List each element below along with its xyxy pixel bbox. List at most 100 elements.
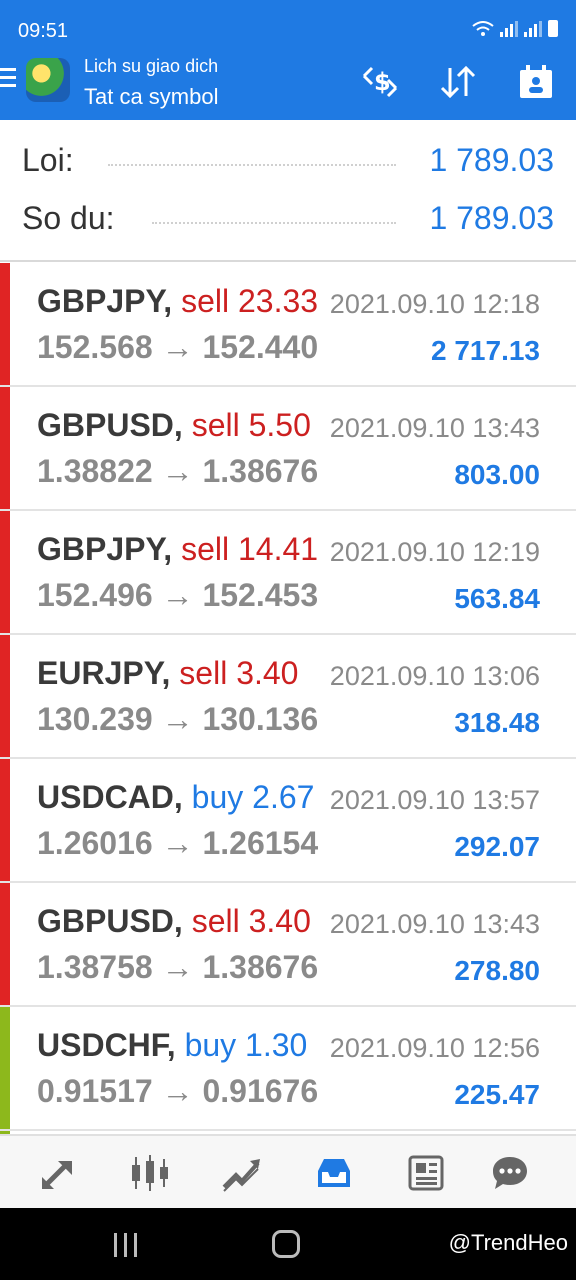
trade-symbol: EURJPY, bbox=[37, 655, 171, 691]
trade-symbol: GBPUSD, bbox=[37, 903, 183, 939]
trade-profit: 225.47 bbox=[454, 1079, 540, 1110]
arrow-icon: → bbox=[161, 1073, 194, 1109]
arrow-icon: → bbox=[161, 453, 194, 489]
signal-icon bbox=[500, 20, 518, 37]
wifi-icon bbox=[472, 20, 494, 36]
arrow-icon: → bbox=[161, 577, 194, 613]
open-price: 0.91517 bbox=[37, 1073, 153, 1109]
recent-apps-button[interactable] bbox=[112, 1233, 140, 1257]
status-icons bbox=[472, 20, 558, 37]
trade-profit: 292.07 bbox=[454, 831, 540, 862]
arrow-icon: → bbox=[161, 701, 194, 737]
app-logo bbox=[26, 58, 70, 102]
open-price: 130.239 bbox=[37, 701, 153, 737]
trade-row[interactable]: USDCHF, buy 1.30 2021.09.10 12:56 0.91517 … bbox=[0, 1007, 576, 1131]
battery-icon bbox=[548, 20, 558, 37]
result-stripe bbox=[0, 883, 10, 1005]
trade-prices: 152.496 → 152.453 bbox=[37, 577, 318, 614]
balance-label: So du: bbox=[22, 200, 115, 236]
trade-volume: 3.40 bbox=[236, 655, 299, 691]
trade-volume: 1.30 bbox=[245, 1027, 308, 1063]
trade-row[interactable]: USDCAD, buy 2.67 2021.09.10 13:57 1.26016 … bbox=[0, 759, 576, 883]
trade-icon[interactable] bbox=[218, 1150, 266, 1196]
close-price: 1.38676 bbox=[202, 453, 319, 489]
trade-row[interactable]: GBPJPY, sell 23.33 2021.09.10 12:18 152.56… bbox=[0, 263, 576, 387]
trade-side: buy bbox=[184, 1027, 237, 1063]
trade-time: 2021.09.10 13:43 bbox=[329, 909, 540, 939]
trade-title: USDCHF, buy 1.30 bbox=[37, 1027, 307, 1064]
close-price: 130.136 bbox=[202, 701, 319, 737]
trade-volume: 23.33 bbox=[237, 283, 319, 319]
arrow-icon: → bbox=[161, 329, 194, 365]
trade-symbol: USDCAD, bbox=[37, 779, 183, 815]
trade-time: 2021.09.10 12:19 bbox=[329, 537, 540, 567]
chart-candles-icon[interactable] bbox=[126, 1150, 174, 1196]
dot-leader bbox=[152, 222, 396, 224]
status-time: 09:51 bbox=[18, 20, 69, 42]
trade-prices: 1.38822 → 1.38676 bbox=[37, 453, 318, 490]
trade-prices: 152.568 → 152.440 bbox=[37, 329, 318, 366]
trade-side: sell bbox=[181, 283, 230, 319]
open-price: 1.38822 bbox=[37, 453, 153, 489]
sort-icon[interactable] bbox=[438, 62, 478, 102]
balance-value: 1 789.03 bbox=[429, 200, 554, 236]
trade-side: buy bbox=[191, 779, 244, 815]
history-inbox-icon[interactable] bbox=[310, 1150, 358, 1196]
trade-row[interactable]: GBPJPY, sell 14.41 2021.09.10 12:19 152.49… bbox=[0, 511, 576, 635]
close-price: 1.38676 bbox=[202, 949, 319, 985]
result-stripe bbox=[0, 263, 10, 385]
currency-exchange-icon[interactable]: $ bbox=[360, 62, 400, 102]
balance-row: So du: 1 789.03 bbox=[22, 200, 554, 240]
trade-profit: 563.84 bbox=[454, 583, 540, 614]
calendar-icon[interactable] bbox=[516, 62, 556, 102]
trade-symbol: USDCHF, bbox=[37, 1027, 176, 1063]
trade-title: GBPUSD, sell 3.40 bbox=[37, 903, 311, 940]
result-stripe bbox=[0, 511, 10, 633]
trade-prices: 1.26016 → 1.26154 bbox=[37, 825, 318, 862]
result-stripe bbox=[0, 635, 10, 757]
dot-leader bbox=[108, 164, 396, 166]
trade-list[interactable]: GBPJPY, sell 23.33 2021.09.10 12:18 152.56… bbox=[0, 263, 576, 1135]
header-subtitle: Lich su giao dich bbox=[84, 56, 219, 76]
trade-row[interactable]: EURJPY, sell 3.40 2021.09.10 13:06 130.239… bbox=[0, 635, 576, 759]
profit-row: Loi: 1 789.03 bbox=[22, 142, 554, 182]
trade-title: GBPJPY, sell 14.41 bbox=[37, 531, 318, 568]
chat-icon[interactable] bbox=[486, 1150, 534, 1196]
close-price: 152.453 bbox=[202, 577, 319, 613]
trade-profit: 318.48 bbox=[454, 707, 540, 738]
trade-symbol: GBPJPY, bbox=[37, 531, 173, 567]
arrow-icon: → bbox=[161, 949, 194, 985]
trade-time: 2021.09.10 13:06 bbox=[329, 661, 540, 691]
home-button[interactable] bbox=[272, 1230, 300, 1258]
menu-icon[interactable] bbox=[0, 68, 16, 88]
close-price: 152.440 bbox=[202, 329, 319, 365]
close-price: 0.91676 bbox=[202, 1073, 319, 1109]
trade-volume: 14.41 bbox=[237, 531, 319, 567]
trade-profit: 278.80 bbox=[454, 955, 540, 986]
bottom-nav bbox=[0, 1134, 576, 1208]
system-nav-bar: @TrendHeo bbox=[0, 1208, 576, 1280]
trade-time: 2021.09.10 12:18 bbox=[329, 289, 540, 319]
trade-volume: 3.40 bbox=[248, 903, 311, 939]
trade-volume: 5.50 bbox=[248, 407, 311, 443]
app-header: 09:51 Lich su giao dich Tat ca symbol $ bbox=[0, 0, 576, 120]
trade-title: USDCAD, buy 2.67 bbox=[37, 779, 314, 816]
news-icon[interactable] bbox=[402, 1150, 450, 1196]
trade-time: 2021.09.10 12:56 bbox=[329, 1033, 540, 1063]
trade-row[interactable]: GBPUSD, sell 3.40 2021.09.10 13:43 1.38758… bbox=[0, 883, 576, 1007]
trade-side: sell bbox=[181, 531, 230, 567]
summary-panel: Loi: 1 789.03 So du: 1 789.03 bbox=[0, 120, 576, 262]
trade-profit: 2 717.13 bbox=[431, 335, 540, 366]
trade-time: 2021.09.10 13:43 bbox=[329, 413, 540, 443]
result-stripe bbox=[0, 387, 10, 509]
header-title[interactable]: Tat ca symbol bbox=[84, 84, 219, 110]
trade-prices: 130.239 → 130.136 bbox=[37, 701, 318, 738]
profit-label: Loi: bbox=[22, 142, 74, 178]
quotes-icon[interactable] bbox=[34, 1150, 82, 1196]
trade-row[interactable]: GBPUSD, sell 5.50 2021.09.10 13:43 1.38822… bbox=[0, 387, 576, 511]
arrow-icon: → bbox=[161, 825, 194, 861]
trade-symbol: GBPJPY, bbox=[37, 283, 173, 319]
trade-side: sell bbox=[191, 407, 240, 443]
result-stripe bbox=[0, 1007, 10, 1129]
open-price: 1.38758 bbox=[37, 949, 153, 985]
